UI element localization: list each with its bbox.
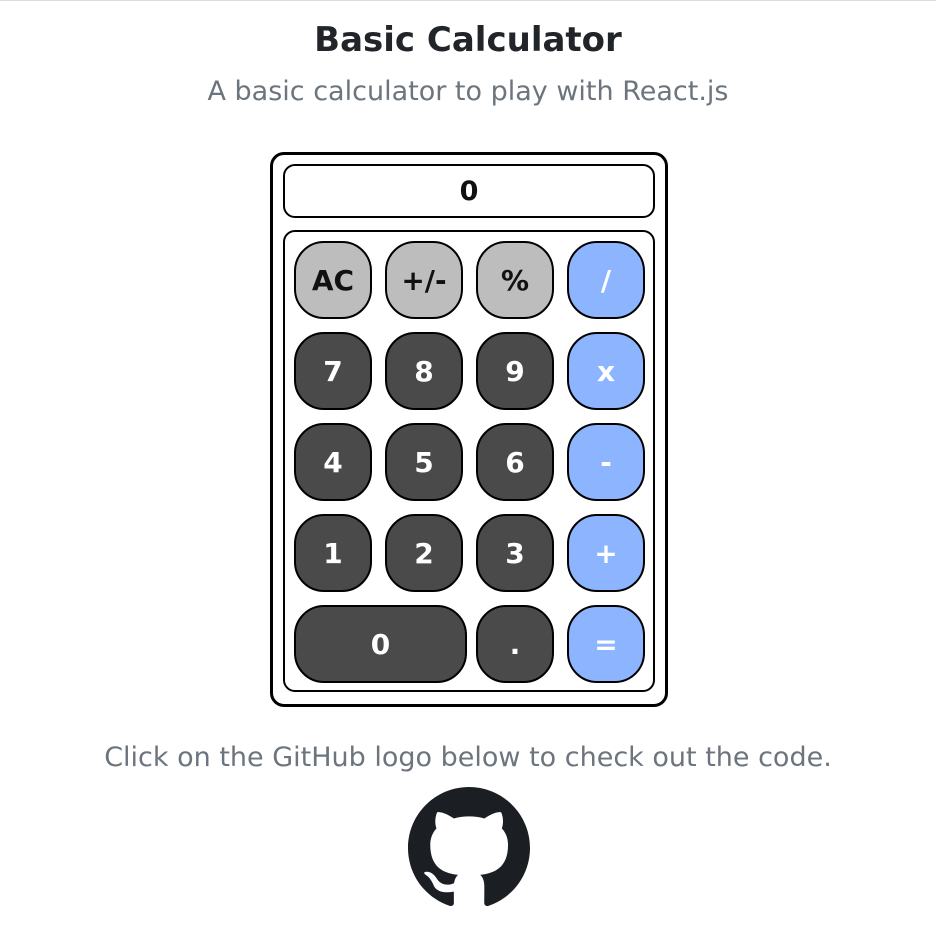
subtract-button[interactable]: - <box>567 423 645 501</box>
github-icon <box>408 787 530 906</box>
divide-button[interactable]: / <box>567 241 645 319</box>
github-link[interactable] <box>408 787 530 909</box>
digit-9-button[interactable]: 9 <box>476 332 554 410</box>
calculator-display: 0 <box>283 164 655 218</box>
digit-7-button[interactable]: 7 <box>294 332 372 410</box>
sign-toggle-button[interactable]: +/- <box>385 241 463 319</box>
page-subtitle: A basic calculator to play with React.js <box>207 76 729 107</box>
add-button[interactable]: + <box>567 514 645 592</box>
equals-button[interactable]: = <box>567 605 645 683</box>
digit-5-button[interactable]: 5 <box>385 423 463 501</box>
digit-3-button[interactable]: 3 <box>476 514 554 592</box>
digit-2-button[interactable]: 2 <box>385 514 463 592</box>
top-divider <box>0 0 936 1</box>
digit-0-button[interactable]: 0 <box>294 605 467 683</box>
percent-button[interactable]: % <box>476 241 554 319</box>
github-hint-text: Click on the GitHub logo below to check … <box>104 742 832 773</box>
ac-button[interactable]: AC <box>294 241 372 319</box>
multiply-button[interactable]: x <box>567 332 645 410</box>
digit-1-button[interactable]: 1 <box>294 514 372 592</box>
decimal-button[interactable]: . <box>476 605 554 683</box>
page-title: Basic Calculator <box>314 20 622 60</box>
digit-4-button[interactable]: 4 <box>294 423 372 501</box>
digit-6-button[interactable]: 6 <box>476 423 554 501</box>
calculator-keypad: AC +/- % / 7 8 9 x 4 5 6 - 1 2 3 + 0 . = <box>283 230 655 692</box>
digit-8-button[interactable]: 8 <box>385 332 463 410</box>
calculator: 0 AC +/- % / 7 8 9 x 4 5 6 - 1 2 3 + 0 .… <box>270 152 668 707</box>
